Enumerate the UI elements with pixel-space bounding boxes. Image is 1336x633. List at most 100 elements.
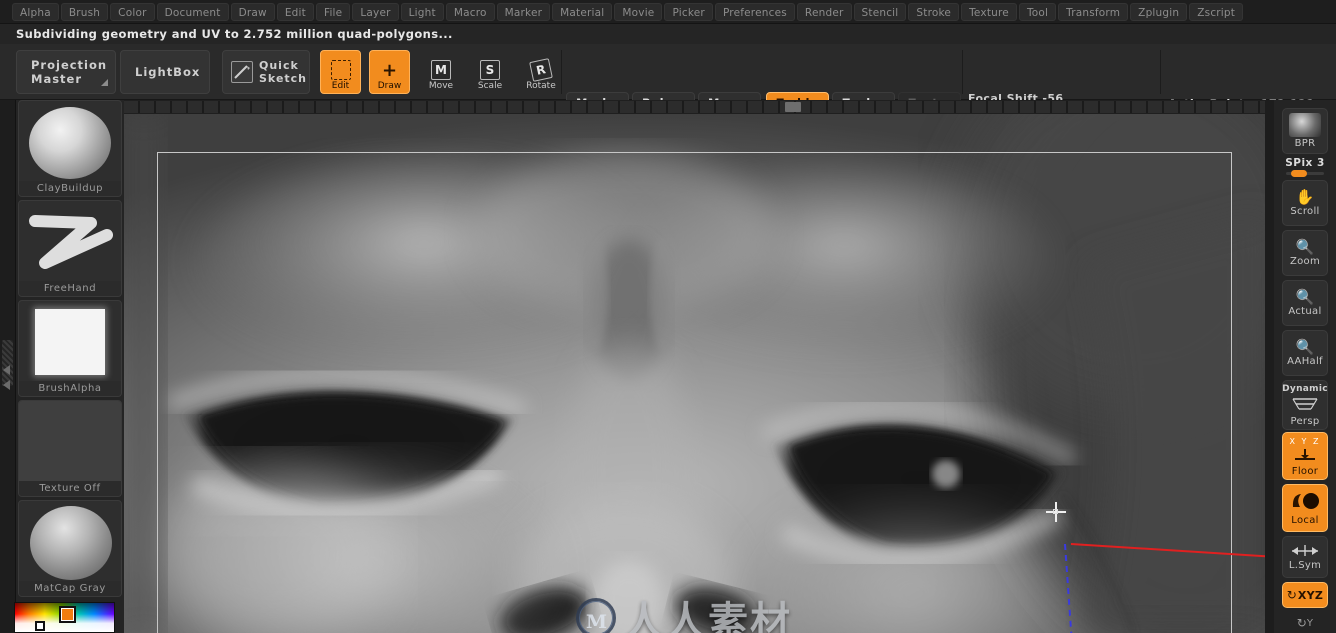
actual-label: Actual (1288, 306, 1322, 317)
spix-label[interactable]: SPix 3 (1274, 157, 1336, 169)
xyz-label: XYZ (1297, 588, 1324, 602)
stroke-name-label: FreeHand (19, 281, 121, 296)
zoom-icon: 🔍 (1295, 238, 1315, 256)
quick-sketch-button[interactable]: Quick Sketch (222, 50, 310, 94)
lightbox-label: LightBox (135, 65, 201, 79)
texture-thumbnail[interactable]: Texture Off (18, 400, 122, 497)
left-rail-collapse-arrow-2[interactable] (3, 380, 10, 390)
aahalf-button[interactable]: 🔍 AAHalf (1282, 330, 1328, 376)
move-button[interactable]: M Move (420, 50, 462, 94)
actual-icon: 🔍 (1295, 288, 1315, 306)
menu-item-stencil[interactable]: Stencil (853, 2, 907, 21)
menu-item-tool[interactable]: Tool (1018, 2, 1057, 21)
y-rotate-button[interactable]: ↻ Y (1282, 612, 1328, 633)
menu-item-zplugin[interactable]: Zplugin (1130, 2, 1188, 21)
menu-item-stroke[interactable]: Stroke (908, 2, 960, 21)
scroll-button[interactable]: ✋ Scroll (1282, 180, 1328, 226)
right-rail[interactable] (1265, 100, 1274, 633)
persp-icon (1291, 396, 1319, 415)
menu-item-draw[interactable]: Draw (230, 2, 275, 21)
timeline-marker[interactable] (785, 102, 801, 112)
draw-label: Draw (377, 81, 402, 91)
projection-master-label-line1: Projection (31, 58, 108, 72)
stroke-thumbnail[interactable]: FreeHand (18, 200, 122, 297)
brush-thumbnail[interactable]: ClayBuildup (18, 100, 122, 197)
timeline-bar[interactable] (124, 100, 1265, 114)
menu-item-macro[interactable]: Macro (445, 2, 495, 21)
menu-item-preferences[interactable]: Preferences (714, 2, 795, 21)
document-frame (157, 152, 1232, 633)
menu-item-movie[interactable]: Movie (614, 2, 663, 21)
menu-item-render[interactable]: Render (796, 2, 852, 21)
toolbar-divider-3 (1160, 50, 1161, 94)
menu-item-alpha[interactable]: Alpha (12, 2, 59, 21)
zoom-button[interactable]: 🔍 Zoom (1282, 230, 1328, 276)
floor-label: Floor (1291, 465, 1319, 477)
toolbar-divider-2 (962, 50, 963, 94)
left-rail[interactable] (0, 100, 16, 633)
dynamic-persp-label: Dynamic (1282, 383, 1328, 394)
local-icon (1290, 491, 1320, 514)
toolbar-divider-1 (561, 50, 562, 94)
edit-label: Edit (331, 81, 350, 91)
y-rotate-icon: ↻ (1296, 616, 1307, 630)
cursor-center (1053, 509, 1058, 514)
menu-item-layer[interactable]: Layer (352, 2, 399, 21)
scale-button[interactable]: S Scale (469, 50, 511, 94)
move-label: Move (428, 81, 454, 91)
menu-item-document[interactable]: Document (156, 2, 229, 21)
bpr-button[interactable]: BPR (1282, 108, 1328, 154)
quick-sketch-label-line1: Quick (259, 59, 299, 72)
3d-viewport[interactable]: M 人人素材 (124, 114, 1265, 633)
scroll-label: Scroll (1290, 206, 1320, 217)
scroll-icon: ✋ (1295, 188, 1315, 206)
rotate-button[interactable]: R Rotate (520, 50, 562, 94)
menu-item-zscript[interactable]: Zscript (1189, 2, 1244, 21)
status-message: Subdividing geometry and UV to 2.752 mil… (16, 27, 453, 41)
left-rail-collapse-arrow[interactable] (3, 365, 10, 375)
projection-master-label-line2: Master (31, 72, 83, 86)
spix-slider-knob[interactable] (1291, 170, 1307, 177)
lightbox-button[interactable]: LightBox (120, 50, 210, 94)
bpr-icon (1289, 113, 1321, 137)
alpha-thumbnail[interactable]: BrushAlpha (18, 300, 122, 397)
y-rotate-label: Y (1306, 617, 1314, 629)
local-label: Local (1291, 514, 1319, 526)
projection-master-button[interactable]: Projection Master (16, 50, 116, 94)
floor-axes-label: X Y Z (1289, 436, 1321, 446)
brush-name-label: ClayBuildup (19, 181, 121, 196)
move-icon: M (431, 60, 451, 80)
menu-item-file[interactable]: File (315, 2, 351, 21)
floor-button[interactable]: X Y Z Floor (1282, 432, 1328, 480)
floor-icon (1292, 447, 1318, 466)
watermark-logo-letter: M (586, 611, 608, 633)
scale-label: Scale (477, 81, 503, 91)
draw-button[interactable]: + Draw (369, 50, 410, 94)
menu-item-color[interactable]: Color (110, 2, 155, 21)
material-thumbnail[interactable]: MatCap Gray (18, 500, 122, 597)
color-picker[interactable] (14, 602, 115, 633)
menu-item-material[interactable]: Material (552, 2, 613, 21)
zbrush-window: Alpha Brush Color Document Draw Edit Fil… (0, 0, 1336, 633)
menu-item-brush[interactable]: Brush (60, 2, 109, 21)
menu-item-transform[interactable]: Transform (1058, 2, 1129, 21)
local-button[interactable]: Local (1282, 484, 1328, 532)
menu-item-edit[interactable]: Edit (276, 2, 314, 21)
menu-item-texture[interactable]: Texture (961, 2, 1017, 21)
quick-sketch-icon (231, 61, 253, 83)
menu-item-light[interactable]: Light (400, 2, 444, 21)
actual-button[interactable]: 🔍 Actual (1282, 280, 1328, 326)
xyz-button[interactable]: ↻ XYZ (1282, 582, 1328, 608)
lsym-button[interactable]: L.Sym (1282, 536, 1328, 578)
texture-preview-art (19, 401, 121, 483)
edit-button[interactable]: Edit (320, 50, 361, 94)
zoom-label: Zoom (1289, 256, 1321, 267)
primary-color-swatch[interactable] (59, 606, 76, 623)
quick-sketch-label-line2: Sketch (259, 72, 308, 85)
persp-label: Persp (1290, 415, 1320, 427)
canvas-area[interactable]: M 人人素材 (124, 100, 1265, 633)
menu-item-marker[interactable]: Marker (496, 2, 551, 21)
menu-item-picker[interactable]: Picker (664, 2, 713, 21)
persp-button[interactable]: Dynamic Persp (1282, 380, 1328, 430)
secondary-color-swatch[interactable] (35, 621, 45, 631)
